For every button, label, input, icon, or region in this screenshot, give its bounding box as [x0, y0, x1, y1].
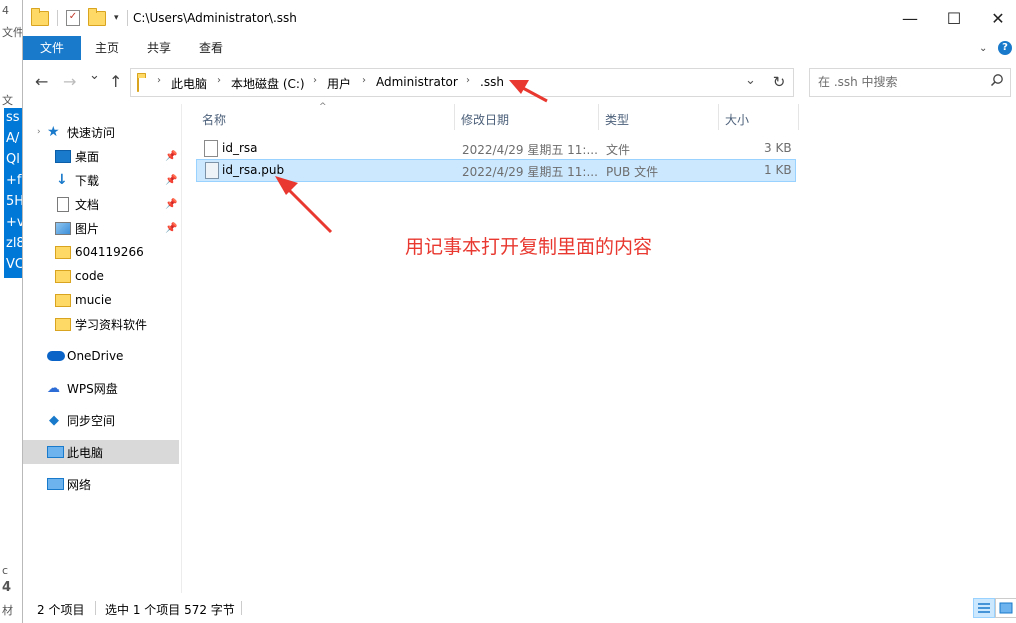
bg-fragment: 4: [2, 580, 12, 595]
status-divider: [95, 601, 96, 615]
details-view-button[interactable]: [973, 598, 995, 618]
large-icons-view-icon: [999, 602, 1013, 614]
large-icons-view-button[interactable]: [995, 598, 1016, 618]
bg-fragment: 文: [2, 94, 13, 107]
status-divider: [241, 601, 242, 615]
explorer-window: ✓ ▾ C:\Users\Administrator\.ssh — ☐ ✕ 文件…: [22, 0, 1016, 623]
details-view-icon: [978, 603, 990, 613]
item-count: 2 个项目: [37, 603, 85, 617]
status-bar: 2 个项目 选中 1 个项目 572 字节: [23, 593, 1016, 623]
bg-fragment: 4: [2, 4, 9, 17]
bg-fragment: 文件(: [2, 26, 23, 39]
selection-info: 选中 1 个项目 572 字节: [105, 603, 235, 617]
annotation-arrows: [275, 80, 548, 234]
bg-fragment: 材: [2, 604, 13, 617]
background-window: 4 文件( 文 ss A/ Ql +f 5H +v zl8 VC c 4 材: [0, 0, 23, 623]
bg-fragment: c: [2, 564, 9, 577]
arrow-to-ssh: [509, 80, 548, 103]
bg-selected-text: ss A/ Ql +f 5H +v zl8 VC: [4, 108, 22, 278]
arrow-to-pub-file: [275, 176, 333, 234]
